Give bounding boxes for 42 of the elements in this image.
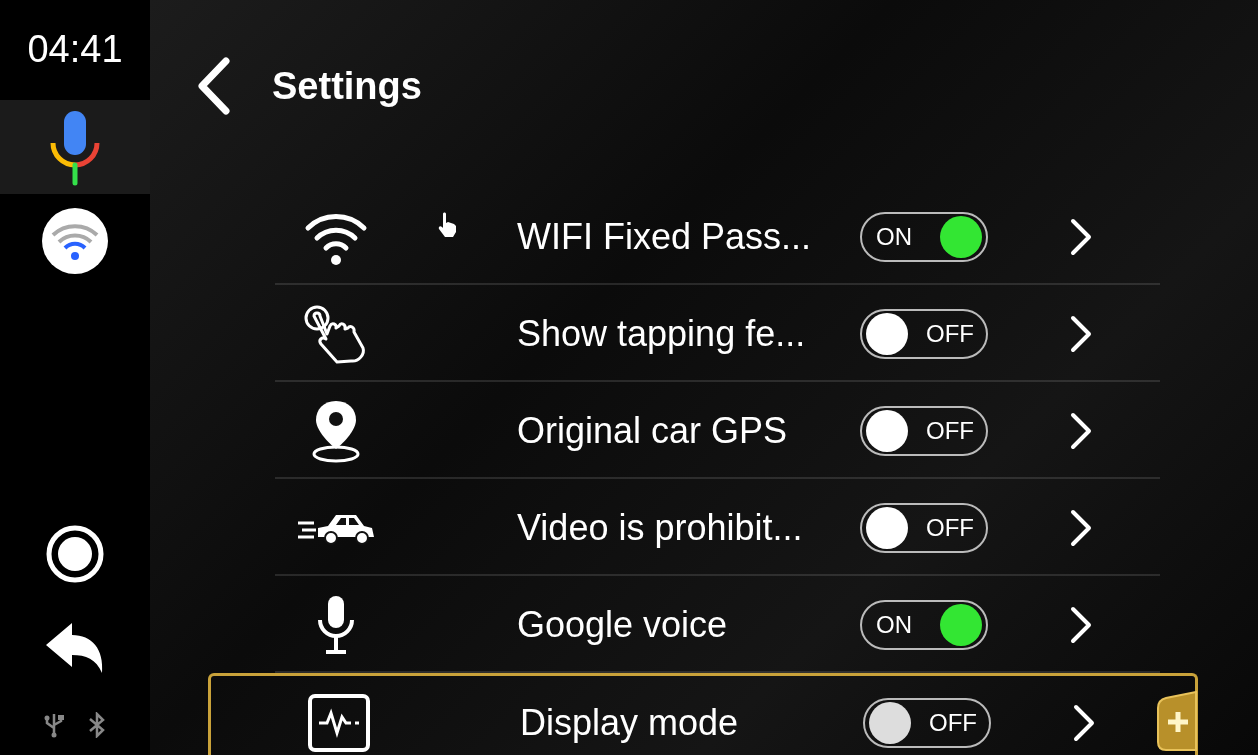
chevron-button[interactable] bbox=[1068, 507, 1094, 548]
chevron-button[interactable] bbox=[1068, 313, 1094, 354]
setting-label: Google voice bbox=[517, 603, 729, 646]
setting-label: Video is prohibit... bbox=[517, 506, 804, 549]
setting-row[interactable]: Show tapping fe... OFF bbox=[208, 285, 1198, 382]
toggle-switch[interactable]: ON bbox=[860, 599, 988, 650]
chevron-right-icon bbox=[1071, 703, 1097, 743]
toggle-switch[interactable]: OFF bbox=[860, 308, 988, 359]
page-title: Settings bbox=[272, 64, 422, 108]
plus-tab-icon[interactable] bbox=[1156, 690, 1198, 752]
microphone-icon bbox=[316, 593, 356, 656]
setting-row[interactable]: WIFI Fixed Pass... ON bbox=[208, 188, 1198, 285]
chevron-button[interactable] bbox=[1068, 410, 1094, 451]
usb-icon bbox=[43, 712, 65, 738]
mic-button[interactable] bbox=[0, 100, 150, 194]
monitor-pulse-icon bbox=[307, 693, 371, 753]
location-pin-icon bbox=[310, 398, 362, 463]
setting-row[interactable]: Video is prohibit... OFF bbox=[208, 479, 1198, 576]
home-circle-icon bbox=[45, 524, 105, 584]
toggle-switch[interactable]: OFF bbox=[863, 698, 991, 748]
toggle-switch[interactable]: ON bbox=[860, 211, 988, 262]
chevron-button[interactable] bbox=[1068, 216, 1094, 257]
setting-row[interactable]: Display mode OFF bbox=[208, 673, 1198, 755]
setting-label: Original car GPS bbox=[517, 409, 789, 452]
setting-row[interactable]: Original car GPS OFF bbox=[208, 382, 1198, 479]
hand-cursor-icon bbox=[437, 212, 459, 238]
chevron-button[interactable] bbox=[1071, 703, 1097, 743]
toggle-switch[interactable]: OFF bbox=[860, 502, 988, 553]
chevron-right-icon bbox=[1068, 313, 1094, 354]
chevron-right-icon bbox=[1068, 507, 1094, 548]
chevron-right-icon bbox=[1068, 604, 1094, 645]
chevron-button[interactable] bbox=[1068, 604, 1094, 645]
wifi-icon bbox=[41, 207, 109, 275]
bluetooth-icon bbox=[87, 712, 107, 738]
setting-row[interactable]: Google voice ON bbox=[208, 576, 1198, 673]
setting-label: WIFI Fixed Pass... bbox=[517, 215, 813, 258]
chevron-right-icon bbox=[1068, 410, 1094, 451]
clock-time: 04:41 bbox=[27, 27, 123, 72]
setting-label: Show tapping fe... bbox=[517, 312, 807, 355]
toggle-switch[interactable]: OFF bbox=[860, 405, 988, 456]
chevron-right-icon bbox=[1068, 216, 1094, 257]
setting-label: Display mode bbox=[520, 702, 740, 744]
